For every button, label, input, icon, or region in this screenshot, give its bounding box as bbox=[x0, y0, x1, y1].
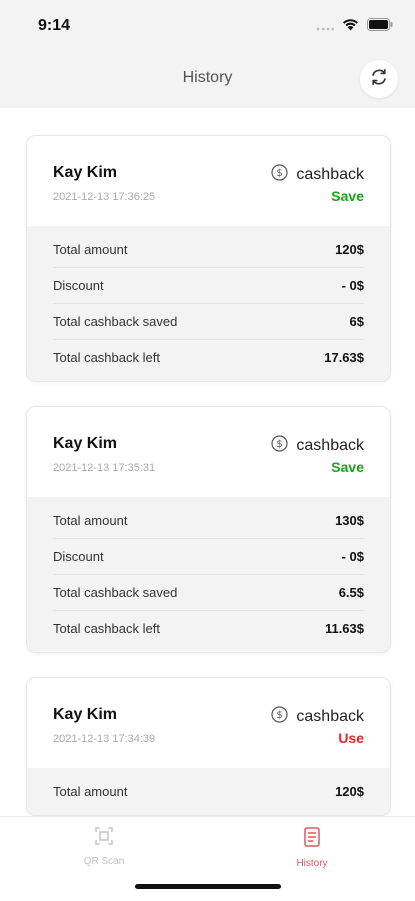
nav-bar: History bbox=[0, 52, 415, 108]
detail-label: Total cashback left bbox=[53, 621, 160, 636]
transaction-type: $ cashback bbox=[271, 435, 364, 457]
status-time: 9:14 bbox=[38, 17, 71, 34]
detail-label: Total amount bbox=[53, 242, 128, 257]
detail-row: Discount - 0$ bbox=[53, 268, 364, 304]
detail-row: Total amount 120$ bbox=[53, 232, 364, 268]
detail-row: Discount - 0$ bbox=[53, 539, 364, 575]
detail-label: Total amount bbox=[53, 784, 128, 799]
refresh-icon bbox=[369, 67, 389, 92]
detail-row: Total amount 120$ bbox=[53, 774, 364, 809]
detail-row: Total cashback saved 6.5$ bbox=[53, 575, 364, 611]
detail-row: Total cashback left 17.63$ bbox=[53, 340, 364, 375]
history-list[interactable]: Kay Kim 2021-12-13 17:36:25 $ cashback S… bbox=[0, 108, 415, 816]
customer-name: Kay Kim bbox=[53, 435, 118, 452]
detail-value: 120$ bbox=[335, 242, 364, 257]
transaction-type-label: cashback bbox=[296, 708, 364, 725]
qr-scan-icon bbox=[95, 827, 113, 849]
transaction-type-label: cashback bbox=[296, 437, 364, 454]
detail-label: Total amount bbox=[53, 513, 128, 528]
transaction-type: $ cashback bbox=[271, 706, 364, 728]
customer-name: Kay Kim bbox=[53, 706, 118, 723]
home-indicator bbox=[135, 884, 281, 889]
dollar-coin-icon: $ bbox=[271, 706, 289, 728]
transaction-type-label: cashback bbox=[296, 166, 364, 183]
tab-label: History bbox=[296, 858, 328, 869]
status-badge: Save bbox=[331, 459, 364, 475]
customer-name: Kay Kim bbox=[53, 164, 118, 181]
dollar-coin-icon: $ bbox=[271, 164, 289, 186]
card-header: Kay Kim 2021-12-13 17:34:39 $ cashback U… bbox=[27, 678, 390, 768]
detail-row: Total amount 130$ bbox=[53, 503, 364, 539]
history-icon bbox=[303, 827, 321, 851]
svg-text:$: $ bbox=[277, 439, 283, 450]
detail-row: Total cashback left 11.63$ bbox=[53, 611, 364, 646]
history-card[interactable]: Kay Kim 2021-12-13 17:36:25 $ cashback S… bbox=[26, 135, 391, 382]
page-title: History bbox=[182, 69, 233, 86]
card-header: Kay Kim 2021-12-13 17:36:25 $ cashback S… bbox=[27, 136, 390, 226]
detail-value: 6$ bbox=[349, 314, 364, 329]
tab-history[interactable]: History bbox=[252, 827, 372, 869]
detail-value: 130$ bbox=[335, 513, 364, 528]
tab-qr-scan[interactable]: QR Scan bbox=[44, 827, 164, 867]
detail-label: Discount bbox=[53, 549, 104, 564]
transaction-date: 2021-12-13 17:36:25 bbox=[53, 191, 156, 203]
dollar-coin-icon: $ bbox=[271, 435, 289, 457]
detail-value: 6.5$ bbox=[338, 585, 364, 600]
detail-label: Discount bbox=[53, 278, 104, 293]
wifi-icon bbox=[342, 18, 359, 36]
status-bar: 9:14 bbox=[0, 0, 415, 52]
card-details: Total amount 130$ Discount - 0$ Total ca… bbox=[27, 497, 390, 652]
transaction-type: $ cashback bbox=[271, 164, 364, 186]
detail-row: Total cashback saved 6$ bbox=[53, 304, 364, 340]
svg-text:$: $ bbox=[277, 710, 283, 721]
refresh-button[interactable] bbox=[360, 60, 398, 98]
history-card[interactable]: Kay Kim 2021-12-13 17:35:31 $ cashback S… bbox=[26, 406, 391, 653]
detail-value: 11.63$ bbox=[324, 621, 364, 636]
svg-text:$: $ bbox=[277, 168, 283, 179]
status-icons bbox=[316, 18, 393, 36]
status-badge: Use bbox=[338, 730, 364, 746]
detail-value: - 0$ bbox=[341, 549, 364, 564]
card-details: Total amount 120$ Discount - 0$ Total ca… bbox=[27, 226, 390, 381]
transaction-date: 2021-12-13 17:34:39 bbox=[53, 733, 156, 745]
history-card[interactable]: Kay Kim 2021-12-13 17:34:39 $ cashback U… bbox=[26, 677, 391, 816]
detail-value: 17.63$ bbox=[324, 350, 364, 365]
detail-label: Total cashback saved bbox=[53, 314, 178, 329]
detail-label: Total cashback left bbox=[53, 350, 160, 365]
battery-icon bbox=[367, 18, 393, 36]
detail-value: - 0$ bbox=[341, 278, 364, 293]
card-header: Kay Kim 2021-12-13 17:35:31 $ cashback S… bbox=[27, 407, 390, 497]
signal-icon bbox=[316, 18, 335, 36]
tab-label: QR Scan bbox=[83, 856, 125, 867]
detail-value: 120$ bbox=[335, 784, 364, 799]
status-badge: Save bbox=[331, 188, 364, 204]
card-details: Total amount 120$ bbox=[27, 768, 390, 815]
transaction-date: 2021-12-13 17:35:31 bbox=[53, 462, 156, 474]
detail-label: Total cashback saved bbox=[53, 585, 178, 600]
